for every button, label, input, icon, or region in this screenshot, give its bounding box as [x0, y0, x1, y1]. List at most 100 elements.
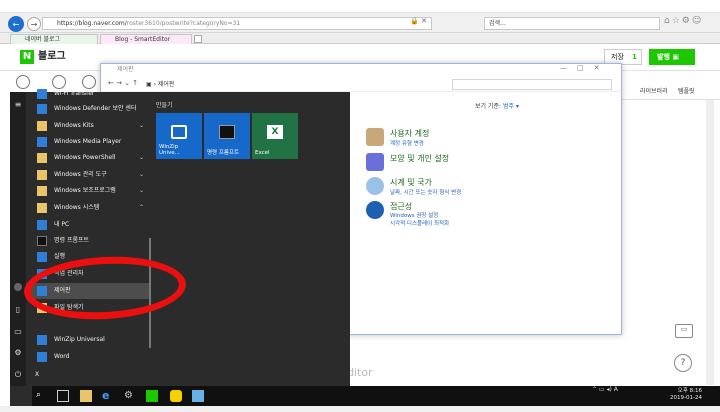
letter-header[interactable]: X	[26, 367, 150, 383]
app-item[interactable]: 명령 프롬프트	[26, 233, 150, 249]
clock-date: 2019-01-24	[670, 395, 702, 401]
app-label: 실행	[54, 253, 66, 260]
window-controls[interactable]: —□✕	[560, 64, 609, 72]
app-label: 내 PC	[54, 221, 70, 228]
app-label: Windows Kits	[54, 122, 94, 129]
url-tail-text: roster3610/postwrite?categoryNo=31	[126, 20, 241, 27]
app-item[interactable]: Word	[26, 349, 150, 365]
start-side-strip	[10, 92, 26, 386]
bottom-frame	[0, 406, 720, 412]
category-title[interactable]: 사용자 계정	[390, 128, 429, 139]
app-label: Windows Media Player	[54, 138, 122, 145]
folder-icon	[37, 121, 47, 131]
app-item[interactable]: WinZip Universal	[26, 332, 150, 348]
folder-icon	[37, 186, 47, 196]
app-label: Windows 시스템	[54, 204, 100, 211]
control-panel-icon[interactable]	[192, 390, 204, 402]
winzip-icon	[171, 125, 187, 139]
tile-excel[interactable]: X Excel	[252, 113, 298, 159]
file-explorer-icon[interactable]	[80, 390, 92, 402]
app-label: Windows 관리 도구	[54, 171, 107, 178]
naver-logo-icon[interactable]: N	[20, 50, 34, 64]
app-list[interactable]: Wi-Fi Transfer Windows Defender 보안 센터 Wi…	[26, 89, 150, 386]
app-item[interactable]: Wi-Fi Transfer	[26, 86, 150, 102]
cp-search-input[interactable]	[452, 79, 612, 90]
help-icon[interactable]: ?	[674, 354, 692, 372]
kakaotalk-icon[interactable]	[170, 390, 182, 402]
browser-right-icons[interactable]: ⌂☆⚙☺	[664, 16, 703, 26]
app-item[interactable]: Windows Media Player	[26, 134, 150, 150]
back-button[interactable]: ←	[8, 16, 24, 32]
folder-icon	[37, 170, 47, 180]
settings-icon[interactable]: ⚙	[124, 390, 136, 402]
tiles-group-title: 만들기	[156, 102, 173, 109]
category-link[interactable]: 계정 유형 변경	[390, 139, 424, 147]
search-icon[interactable]: ⌕	[36, 390, 48, 402]
app-item[interactable]: Windows Defender 보안 센터	[26, 101, 150, 117]
category-title[interactable]: 시계 및 국가	[390, 177, 432, 188]
pictures-icon[interactable]: ▭	[13, 327, 23, 337]
editor-scrollbar[interactable]	[706, 100, 714, 385]
monitor-icon[interactable]: ▭	[675, 324, 693, 338]
document-icon[interactable]: ▯	[13, 305, 23, 315]
view-by[interactable]: 보기 기준: 범주 ▾	[475, 101, 519, 110]
control-panel-title: 제어판	[101, 64, 621, 76]
browser-search-input[interactable]: 검색...	[484, 17, 660, 30]
new-tab-button[interactable]	[194, 35, 202, 43]
clock[interactable]: 오후 8:16 2019-01-24	[658, 388, 702, 402]
category-link[interactable]: 날짜, 시간 또는 숫자 형식 변경	[390, 188, 461, 196]
tab-label: 네이버 블로그	[25, 36, 61, 43]
tab-naver-blog[interactable]: 네이버 블로그	[10, 34, 98, 44]
tab-smarteditor[interactable]: Blog - SmartEditor	[100, 34, 192, 44]
cmd-icon	[219, 125, 235, 139]
address-tools[interactable]: 🔒 ✕	[410, 17, 427, 25]
save-count: 1	[632, 53, 637, 61]
app-item[interactable]: Windows 시스템 ⌃	[26, 200, 150, 216]
category-link[interactable]: Windows 권장 설정	[390, 211, 438, 219]
pc-icon	[37, 220, 47, 230]
tab-label: Blog - SmartEditor	[115, 36, 171, 43]
app-item[interactable]: Windows Kits ⌄	[26, 118, 150, 134]
app-item[interactable]: Windows 관리 도구 ⌄	[26, 167, 150, 183]
winzip-icon	[37, 335, 47, 345]
system-tray[interactable]: ⌃ ▭ ◂) A	[592, 387, 618, 393]
naver-app-icon[interactable]	[146, 390, 158, 402]
blog-title: 블로그	[38, 51, 66, 62]
tile-winzip[interactable]: WinZip Unive...	[156, 113, 202, 159]
address-bar[interactable]: https://blog.naver.com/roster3610/postwr…	[42, 17, 432, 30]
category-title[interactable]: 모양 및 개인 설정	[390, 153, 449, 164]
tile-label: Excel	[255, 150, 270, 156]
template-tab[interactable]: 템플릿	[678, 86, 695, 95]
user-avatar-icon[interactable]	[14, 283, 22, 291]
forward-button[interactable]: →	[27, 17, 41, 31]
view-by-label: 보기 기준:	[475, 103, 502, 110]
power-icon[interactable]: ⏻	[13, 370, 23, 380]
app-label: Windows 보조프로그램	[54, 187, 116, 194]
start-button[interactable]	[10, 386, 32, 406]
settings-icon[interactable]: ⚙	[13, 348, 23, 358]
library-tab[interactable]: 라이브러리	[640, 86, 668, 95]
hamburger-icon[interactable]: ≡	[13, 100, 23, 110]
tile-label: 명령 프롬프트	[207, 150, 240, 156]
app-label: 명령 프롬프트	[54, 237, 90, 244]
cp-breadcrumb[interactable]: ▣ › 제어판	[146, 79, 446, 90]
app-item[interactable]: Windows PowerShell ⌄	[26, 150, 150, 166]
run-icon	[37, 252, 47, 262]
word-icon	[37, 352, 47, 362]
save-label: 저장	[611, 53, 624, 61]
task-view-icon[interactable]	[57, 390, 69, 402]
app-label: Word	[54, 353, 70, 360]
publish-button[interactable]: 발행 ▣	[649, 49, 695, 65]
tile-cmd[interactable]: 명령 프롬프트	[204, 113, 250, 159]
chevron-down-icon: ⌄	[138, 171, 144, 178]
browser-search-text: 검색...	[489, 20, 506, 27]
app-item[interactable]: 내 PC	[26, 217, 150, 233]
appearance-icon	[366, 153, 384, 171]
chevron-down-icon: ⌄	[138, 154, 144, 161]
app-label: Wi-Fi Transfer	[54, 90, 95, 97]
ie-icon[interactable]: e	[102, 390, 114, 402]
folder-icon	[37, 153, 47, 163]
app-item[interactable]: Windows 보조프로그램 ⌄	[26, 183, 150, 199]
category-link[interactable]: 시각적 디스플레이 최적화	[390, 219, 449, 227]
chevron-down-icon: ⌄	[138, 122, 144, 129]
